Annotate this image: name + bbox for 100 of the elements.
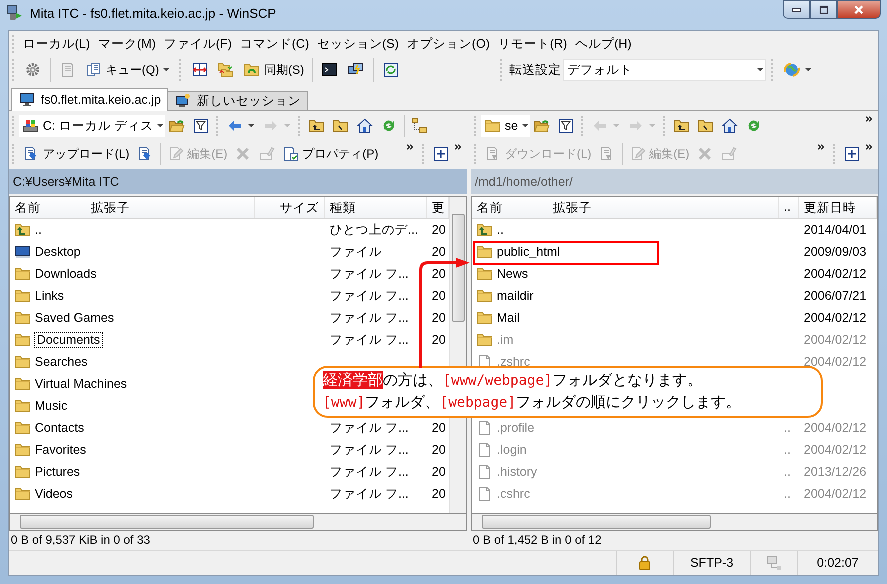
parent-folder-icon bbox=[477, 222, 493, 238]
path-bar: /md1/home/other/ bbox=[471, 169, 878, 194]
file-name[interactable]: Documents bbox=[35, 333, 102, 347]
file-name[interactable]: .cshrc bbox=[497, 487, 530, 501]
file-name[interactable]: .login bbox=[497, 443, 527, 457]
table-cell: 20 bbox=[432, 333, 446, 347]
file-name[interactable]: Mail bbox=[497, 311, 520, 325]
panel-status: 0 B of 1,452 B in 0 of 12 bbox=[472, 532, 603, 549]
plus-icon bbox=[844, 146, 860, 162]
column-header[interactable]: .. bbox=[779, 197, 799, 218]
file-name[interactable]: Searches bbox=[35, 355, 88, 369]
folder-icon bbox=[534, 118, 550, 134]
table-cell: 2004/02/12 bbox=[804, 487, 867, 501]
folder-icon bbox=[15, 420, 31, 436]
delete-icon bbox=[696, 146, 713, 162]
file-name[interactable]: .profile bbox=[497, 421, 535, 435]
menu-item[interactable]: ファイル(F) bbox=[160, 34, 236, 54]
drive-dropdown[interactable]: C: ローカル ディス bbox=[19, 115, 166, 137]
command-button[interactable]: プロパティ(P) bbox=[278, 144, 382, 164]
table-cell: 2004/02/12 bbox=[804, 421, 867, 435]
column-header[interactable]: 種類 bbox=[325, 197, 427, 218]
table-cell: 2004/02/12 bbox=[804, 443, 867, 457]
filter-icon bbox=[558, 118, 574, 134]
close-button[interactable] bbox=[837, 0, 881, 19]
properties-icon bbox=[282, 146, 299, 162]
rename-icon bbox=[258, 146, 275, 162]
folder-icon bbox=[169, 118, 186, 134]
edit-icon bbox=[630, 146, 646, 162]
menu-item[interactable]: セッション(S) bbox=[313, 34, 404, 54]
column-header[interactable]: 名前 bbox=[472, 197, 508, 218]
monitor-icon bbox=[19, 92, 35, 108]
file-name[interactable]: Virtual Machines bbox=[35, 377, 128, 391]
file-name[interactable]: .history bbox=[497, 465, 538, 479]
table-cell: ファイル フ... bbox=[330, 442, 409, 456]
folder-icon bbox=[15, 266, 31, 282]
column-header[interactable]: 更新日時 bbox=[799, 197, 877, 218]
drive-dropdown[interactable]: se bbox=[481, 115, 530, 137]
menu-item[interactable]: オプション(O) bbox=[403, 34, 494, 54]
tree-icon bbox=[412, 118, 428, 134]
column-header[interactable]: サイズ bbox=[255, 197, 325, 218]
caret-icon bbox=[157, 124, 164, 128]
file-name[interactable]: .. bbox=[497, 223, 504, 237]
table-cell: ファイル フ... bbox=[330, 332, 409, 346]
folder-icon bbox=[15, 486, 31, 502]
menu-item[interactable]: ヘルプ(H) bbox=[571, 34, 636, 54]
session-time: 0:02:07 bbox=[797, 551, 878, 575]
table-cell: 20 bbox=[432, 223, 446, 237]
caret-icon bbox=[248, 124, 256, 128]
file-name[interactable]: Desktop bbox=[35, 245, 81, 259]
transfer-settings-dropdown[interactable]: デフォルト bbox=[563, 59, 766, 81]
forward-arrow-icon bbox=[628, 118, 644, 134]
menu-item[interactable]: コマンド(C) bbox=[236, 34, 314, 54]
file-name[interactable]: Downloads bbox=[35, 267, 97, 281]
folder-icon bbox=[15, 376, 31, 392]
menu-item[interactable]: ローカル(L) bbox=[19, 34, 94, 54]
file-icon bbox=[477, 442, 493, 458]
file-name[interactable]: Links bbox=[35, 289, 64, 303]
session-tab[interactable]: 新しいセッション bbox=[167, 91, 308, 110]
file-name[interactable]: .im bbox=[497, 333, 514, 347]
file-name[interactable]: public_html bbox=[497, 245, 560, 259]
maximize-button[interactable] bbox=[810, 0, 837, 19]
path-bar: C:¥Users¥Mita ITC bbox=[9, 169, 467, 194]
close-icon bbox=[852, 2, 866, 16]
file-name[interactable]: News bbox=[497, 267, 528, 281]
minimize-button[interactable] bbox=[783, 0, 810, 19]
queue-button[interactable]: キュー(Q) bbox=[82, 60, 174, 80]
table-cell: ファイル フ... bbox=[330, 266, 409, 280]
file-name[interactable]: Contacts bbox=[35, 421, 84, 435]
command-button[interactable]: アップロード(L) bbox=[19, 144, 133, 164]
folder-icon bbox=[15, 442, 31, 458]
scrollbar[interactable] bbox=[471, 514, 878, 531]
table-cell: 20 bbox=[432, 421, 446, 435]
column-header[interactable]: 名前 bbox=[10, 197, 46, 218]
folder-icon bbox=[15, 288, 31, 304]
synchronize-button[interactable]: 同期(S) bbox=[240, 60, 308, 80]
file-name[interactable]: .zshrc bbox=[497, 355, 530, 369]
table-cell: 20 bbox=[432, 311, 446, 325]
caret-icon bbox=[284, 124, 292, 128]
document-icon bbox=[60, 62, 76, 78]
menu-item[interactable]: リモート(R) bbox=[494, 34, 572, 54]
app-icon bbox=[7, 5, 23, 21]
file-icon bbox=[477, 464, 493, 480]
file-icon bbox=[477, 486, 493, 502]
menu-item[interactable]: マーク(M) bbox=[94, 34, 160, 54]
minimize-icon bbox=[792, 8, 801, 12]
file-name[interactable]: maildir bbox=[497, 289, 534, 303]
file-name[interactable]: Videos bbox=[35, 487, 73, 501]
file-name[interactable]: .. bbox=[35, 223, 42, 237]
scrollbar[interactable] bbox=[9, 514, 467, 531]
folder-icon bbox=[309, 118, 326, 134]
file-name[interactable]: Saved Games bbox=[35, 311, 114, 325]
table-cell: 20 bbox=[432, 443, 446, 457]
file-name[interactable]: Pictures bbox=[35, 465, 80, 479]
column-header[interactable]: 拡張子 bbox=[86, 197, 135, 218]
compare-icon bbox=[192, 62, 208, 78]
file-name[interactable]: Favorites bbox=[35, 443, 86, 457]
session-tab[interactable]: fs0.flet.mita.keio.ac.jp bbox=[11, 88, 168, 111]
folder-icon bbox=[15, 332, 31, 348]
file-name[interactable]: Music bbox=[35, 399, 68, 413]
column-header[interactable]: 拡張子 bbox=[548, 197, 597, 218]
